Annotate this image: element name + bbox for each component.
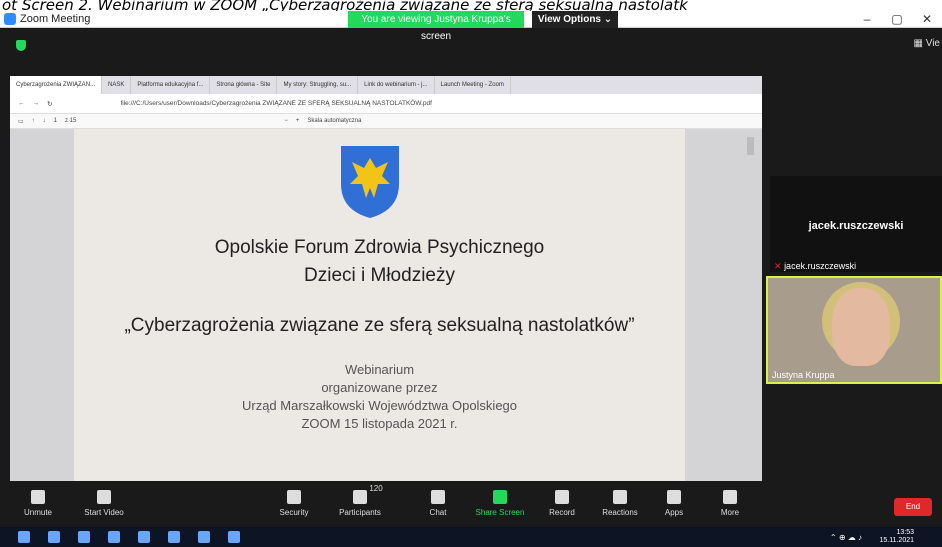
view-options-button[interactable]: View Options ⌄ — [532, 11, 618, 28]
file-explorer-icon[interactable] — [108, 531, 120, 543]
pdf-text: organizowane przez — [321, 380, 438, 395]
participant-label: Justyna Kruppa — [772, 370, 835, 380]
pdf-text: Webinarium — [344, 362, 415, 377]
start-video-button[interactable]: Start Video — [74, 490, 134, 517]
more-icon — [723, 490, 737, 504]
maximize-icon[interactable]: ▢ — [882, 11, 912, 28]
reactions-icon — [613, 490, 627, 504]
up-icon[interactable]: ↑ — [32, 118, 35, 124]
pdf-title-line-1: Opolskie Forum Zdrowia Psychicznego — [214, 237, 545, 258]
app-title: Zoom Meeting — [4, 13, 90, 25]
chat-icon — [431, 490, 445, 504]
browser-tab[interactable]: Link do webinarium - j... — [358, 76, 435, 94]
shield-icon — [287, 490, 301, 504]
participants-count: 120 — [369, 484, 383, 493]
record-icon — [555, 490, 569, 504]
app-icon[interactable] — [198, 531, 210, 543]
forward-icon[interactable]: → — [33, 100, 40, 107]
zoom-select[interactable]: Skala automatyczna — [307, 118, 361, 124]
shared-browser: Cyberzagrożenia ZWIĄZAN... NASK Platform… — [10, 76, 762, 481]
reload-icon[interactable]: ↻ — [47, 100, 52, 108]
page-total: z 15 — [65, 118, 77, 124]
caption: ot Screen 2. Webinarium w ZOOM „Cyberzag… — [0, 0, 942, 11]
url-bar[interactable]: ← → ↻ file:///C:/Users/user/Downloads/Cy… — [10, 94, 762, 114]
participant-tile[interactable]: jacek.ruszczewski ✕ jacek.ruszczewski — [770, 176, 942, 272]
viewing-banner: You are viewing Justyna Kruppa's screen — [348, 11, 524, 42]
participant-label: ✕ jacek.ruszczewski — [774, 261, 857, 271]
down-icon[interactable]: ↓ — [43, 118, 46, 124]
zoom-taskbar-icon[interactable] — [228, 531, 240, 543]
share-screen-icon — [493, 490, 507, 504]
zoom-logo-icon — [4, 13, 16, 25]
windows-start-icon[interactable] — [18, 531, 30, 543]
muted-mic-icon: ✕ — [774, 261, 782, 271]
pdf-title-line-2: Dzieci i Młodzieży — [304, 265, 455, 286]
pdf-toolbar: ▭ ↑ ↓ 1 z 15 − + Skala automatyczna — [10, 114, 762, 129]
task-view-icon[interactable] — [78, 531, 90, 543]
apps-button[interactable]: Apps — [644, 490, 704, 517]
zoom-in-icon[interactable]: + — [296, 118, 300, 124]
browser-tabs: Cyberzagrożenia ZWIĄZAN... NASK Platform… — [10, 76, 762, 94]
security-button[interactable]: Security — [264, 490, 324, 517]
chat-button[interactable]: Chat — [408, 490, 468, 517]
participant-face — [832, 288, 890, 366]
apps-icon — [667, 490, 681, 504]
zoom-out-icon[interactable]: − — [284, 118, 288, 124]
video-off-icon — [97, 490, 111, 504]
end-button[interactable]: End — [894, 498, 932, 516]
mic-off-icon — [31, 490, 45, 504]
minimize-icon[interactable]: – — [852, 11, 882, 28]
pdf-page: Opolskie Forum Zdrowia Psychicznego Dzie… — [74, 129, 685, 481]
firefox-icon[interactable] — [168, 531, 180, 543]
view-button[interactable]: ▦ Vie — [913, 38, 940, 49]
windows-taskbar — [0, 527, 942, 547]
pdf-text: ZOOM 15 listopada 2021 r. — [301, 416, 458, 431]
page-number-input[interactable]: 1 — [54, 118, 57, 124]
browser-tab[interactable]: My story: Struggling, su... — [277, 76, 359, 94]
scrollbar[interactable] — [747, 137, 754, 155]
pdf-subtitle: „Cyberzagrożenia związane ze sferą seksu… — [124, 315, 635, 336]
more-button[interactable]: More — [700, 490, 760, 517]
browser-tab[interactable]: NASK — [102, 76, 132, 94]
url-text[interactable]: file:///C:/Users/user/Downloads/Cyberzag… — [120, 100, 432, 107]
record-button[interactable]: Record — [532, 490, 592, 517]
close-icon[interactable]: ✕ — [912, 11, 942, 28]
sidebar-toggle-icon[interactable]: ▭ — [18, 118, 24, 125]
participant-video[interactable]: Justyna Kruppa — [766, 276, 942, 384]
search-icon[interactable] — [48, 531, 60, 543]
back-icon[interactable]: ← — [18, 100, 25, 107]
window-controls: – ▢ ✕ — [852, 11, 942, 28]
coat-of-arms-icon — [341, 146, 399, 218]
pdf-viewer: Opolskie Forum Zdrowia Psychicznego Dzie… — [10, 129, 762, 481]
reactions-button[interactable]: Reactions — [590, 490, 650, 517]
share-screen-button[interactable]: Share Screen — [470, 490, 530, 517]
clock[interactable]: 13:53 15.11.2021 — [879, 529, 914, 545]
participant-name: jacek.ruszczewski — [808, 220, 904, 232]
shield-icon[interactable] — [16, 40, 26, 51]
browser-tab[interactable]: Platforma edukacyjna f... — [131, 76, 211, 94]
app-icon[interactable] — [138, 531, 150, 543]
unmute-button[interactable]: Unmute — [8, 490, 68, 517]
pdf-text: Urząd Marszałkowski Województwa Opolskie… — [241, 398, 518, 413]
browser-tab[interactable]: Launch Meeting - Zoom — [435, 76, 511, 94]
system-tray: ⌃ ⊕ ☁ ♪ — [829, 533, 862, 542]
participants-button[interactable]: Participants — [330, 490, 390, 517]
participants-icon — [353, 490, 367, 504]
browser-tab[interactable]: Strona główna - Site — [210, 76, 278, 94]
meeting-toolbar: Unmute Start Video Security Participants… — [0, 484, 942, 526]
browser-tab[interactable]: Cyberzagrożenia ZWIĄZAN... — [10, 76, 103, 94]
